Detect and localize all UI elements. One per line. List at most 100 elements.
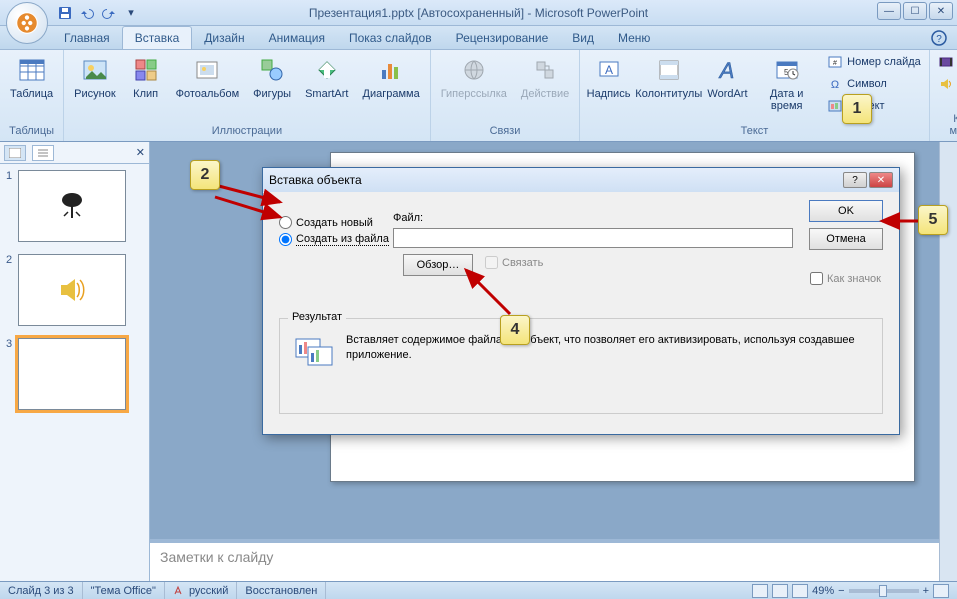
clip-button[interactable]: Клип	[124, 52, 168, 102]
ribbon-tabs: Главная Вставка Дизайн Анимация Показ сл…	[0, 26, 957, 50]
textbox-button[interactable]: AНадпись	[584, 52, 633, 102]
minimize-button[interactable]: —	[877, 2, 901, 20]
svg-text:A: A	[605, 63, 613, 77]
slide-thumb-1[interactable]: 1	[6, 170, 143, 242]
create-radio-group: Создать новый Создать из файла	[279, 216, 389, 246]
action-icon	[529, 54, 561, 86]
save-icon[interactable]	[56, 4, 74, 22]
title-bar: ▾ Презентация1.pptx [Автосохраненный] - …	[0, 0, 957, 26]
photoalbum-icon	[191, 54, 223, 86]
sound-button[interactable]: Звук ▾	[934, 74, 957, 94]
pane-close-icon[interactable]: ✕	[136, 146, 145, 159]
sorter-view-icon[interactable]	[772, 584, 788, 598]
dialog-help-icon[interactable]: ?	[843, 172, 867, 188]
ok-button[interactable]: OK	[809, 200, 883, 222]
window-controls: — ☐ ✕	[877, 2, 953, 20]
status-bar: Слайд 3 из 3 "Тема Office" русский Восст…	[0, 581, 957, 599]
undo-icon[interactable]	[78, 4, 96, 22]
cancel-button[interactable]: Отмена	[809, 228, 883, 250]
movie-icon	[938, 54, 954, 70]
table-button[interactable]: Таблица	[4, 52, 59, 102]
group-media: Фильм ▾ Звук ▾ Клипы мульт…	[930, 50, 957, 141]
wordart-button[interactable]: AWordArt	[705, 52, 751, 102]
callout-1: 1	[842, 94, 872, 124]
zoom-out-icon[interactable]: −	[838, 585, 844, 597]
result-icon	[294, 335, 334, 371]
group-tables-label: Таблицы	[4, 123, 59, 139]
tab-review[interactable]: Рецензирование	[444, 27, 561, 49]
close-button[interactable]: ✕	[929, 2, 953, 20]
status-lang[interactable]: русский	[165, 582, 237, 599]
as-icon-checkbox[interactable]: Как значок	[810, 272, 881, 285]
outline-tab-icon[interactable]	[32, 145, 54, 161]
picture-button[interactable]: Рисунок	[68, 52, 122, 102]
dialog-close-icon[interactable]: ✕	[869, 172, 893, 188]
slideshow-view-icon[interactable]	[792, 584, 808, 598]
slidenumber-icon: #	[827, 54, 843, 70]
thumbnail-list[interactable]: 1 2 3	[0, 164, 149, 581]
window-title: Презентация1.pptx [Автосохраненный] - Mi…	[309, 6, 648, 20]
svg-text:Ω: Ω	[831, 79, 839, 91]
redo-icon[interactable]	[100, 4, 118, 22]
textbox-icon: A	[593, 54, 625, 86]
file-label: Файл:	[393, 212, 423, 224]
radio-create-from-file[interactable]: Создать из файла	[279, 233, 389, 246]
status-slide: Слайд 3 из 3	[0, 582, 83, 599]
callout-4: 4	[500, 315, 530, 345]
group-tables: Таблица Таблицы	[0, 50, 64, 141]
slide-thumb-3[interactable]: 3	[6, 338, 143, 410]
maximize-button[interactable]: ☐	[903, 2, 927, 20]
tab-animation[interactable]: Анимация	[257, 27, 337, 49]
zoom-in-icon[interactable]: +	[923, 585, 929, 597]
group-links-label: Связи	[435, 123, 576, 139]
tab-design[interactable]: Дизайн	[192, 27, 256, 49]
movie-button[interactable]: Фильм ▾	[934, 52, 957, 72]
clip-icon	[130, 54, 162, 86]
zoom-slider[interactable]	[849, 589, 919, 593]
browse-button[interactable]: Обзор…	[403, 254, 473, 276]
slides-tab-icon[interactable]	[4, 145, 26, 161]
zoom-level[interactable]: 49%	[812, 585, 834, 597]
qat-dropdown-icon[interactable]: ▾	[122, 4, 140, 22]
wordart-icon: A	[711, 54, 743, 86]
notes-pane[interactable]: Заметки к слайду	[150, 539, 939, 581]
callout-2: 2	[190, 160, 220, 190]
fit-window-icon[interactable]	[933, 584, 949, 598]
shapes-icon	[256, 54, 288, 86]
slide-thumb-2[interactable]: 2	[6, 254, 143, 326]
ribbon: Таблица Таблицы Рисунок Клип Фотоальбом …	[0, 50, 957, 142]
tab-slideshow[interactable]: Показ слайдов	[337, 27, 444, 49]
dialog-titlebar[interactable]: Вставка объекта ? ✕	[263, 168, 899, 192]
insert-object-dialog: Вставка объекта ? ✕ Создать новый Создат…	[262, 167, 900, 435]
file-path-input[interactable]	[393, 228, 793, 248]
datetime-button[interactable]: 5Дата и время	[752, 52, 821, 114]
tab-menu[interactable]: Меню	[606, 27, 662, 49]
photoalbum-button[interactable]: Фотоальбом	[170, 52, 246, 102]
hyperlink-icon	[458, 54, 490, 86]
picture-icon	[79, 54, 111, 86]
object-button[interactable]: Объект	[823, 96, 925, 116]
normal-view-icon[interactable]	[752, 584, 768, 598]
link-checkbox[interactable]: Связать	[485, 256, 543, 269]
headerfooter-button[interactable]: Колонтитулы	[635, 52, 703, 102]
result-text: Вставляет содержимое файла как объект, ч…	[346, 333, 872, 363]
status-theme: "Тема Office"	[83, 582, 165, 599]
help-icon[interactable]: ?	[931, 30, 947, 46]
pane-tabs: ✕	[0, 142, 149, 164]
smartart-button[interactable]: SmartArt	[299, 52, 354, 102]
group-illustrations: Рисунок Клип Фотоальбом Фигуры SmartArt …	[64, 50, 431, 141]
tab-view[interactable]: Вид	[560, 27, 606, 49]
svg-text:A: A	[718, 58, 735, 83]
radio-create-new[interactable]: Создать новый	[279, 216, 389, 229]
result-label: Результат	[288, 311, 346, 323]
tab-home[interactable]: Главная	[52, 27, 122, 49]
slidenumber-button[interactable]: #Номер слайда	[823, 52, 925, 72]
chart-button[interactable]: Диаграмма	[357, 52, 426, 102]
smartart-icon	[311, 54, 343, 86]
office-button[interactable]	[6, 2, 48, 44]
datetime-icon: 5	[771, 54, 803, 86]
shapes-button[interactable]: Фигуры	[247, 52, 297, 102]
symbol-button[interactable]: ΩСимвол	[823, 74, 925, 94]
object-icon	[827, 98, 843, 114]
tab-insert[interactable]: Вставка	[122, 26, 193, 49]
